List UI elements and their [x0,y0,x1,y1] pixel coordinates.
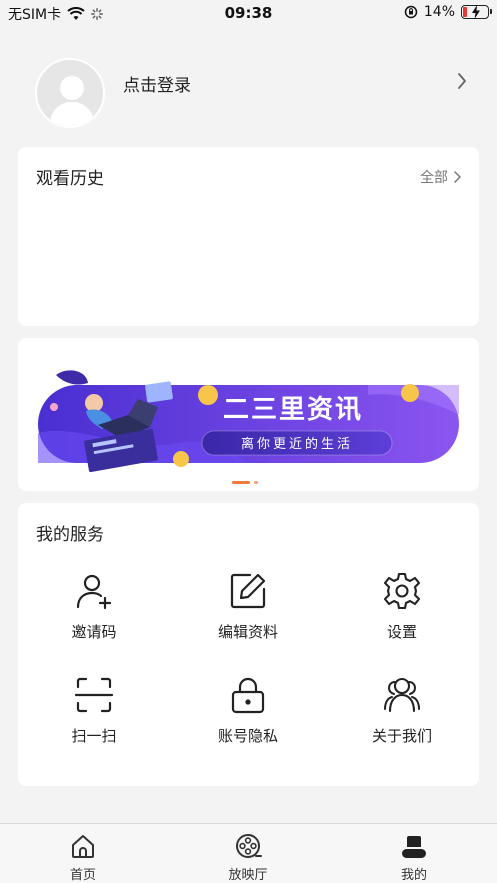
gear-icon [383,572,421,610]
tab-home[interactable]: 首页 [43,832,123,883]
service-edit-profile[interactable]: 编辑资料 [188,571,308,642]
tab-label: 放映厅 [228,868,268,883]
chevron-right-icon[interactable] [457,72,467,90]
status-right: 14% [404,4,492,20]
service-invite-code[interactable]: 邀请码 [34,571,154,642]
tab-theater[interactable]: 放映厅 [208,832,288,883]
my-profile-screen: 无SIM卡 09:38 14% 点击登录 观看历史 全部 二三里资讯 离你更近的… [0,0,497,883]
home-icon [72,835,94,858]
battery-percent: 14% [423,4,455,20]
users-icon [384,677,420,713]
banner-card: 二三里资讯 离你更近的生活 [18,338,479,491]
service-label: 扫一扫 [71,727,117,745]
login-label[interactable]: 点击登录 [123,71,191,96]
service-label: 关于我们 [371,727,432,745]
service-about-us[interactable]: 关于我们 [342,675,462,746]
orientation-lock-icon [404,5,418,19]
tab-label: 首页 [69,868,96,883]
all-label[interactable]: 全部 [420,167,448,187]
service-label: 邀请码 [71,623,117,641]
banner-page-indicator [232,481,258,484]
my-services-card: 我的服务 邀请码 编辑资料 设置 扫一扫 账号隐私 关于我们 [18,503,479,786]
user-icon [402,836,426,858]
battery-icon [461,5,492,19]
bottom-tab-bar: 首页 放映厅 我的 [0,823,497,883]
services-title: 我的服务 [36,525,104,545]
login-row[interactable]: 点击登录 [0,58,497,130]
tab-mine[interactable]: 我的 [374,832,454,883]
service-scan[interactable]: 扫一扫 [34,675,154,746]
chevron-right-icon [454,171,461,183]
film-reel-icon [236,834,262,858]
edit-icon [230,573,266,609]
history-all-link[interactable]: 全部 [420,167,461,187]
active-page-dot [232,481,250,484]
service-account-privacy[interactable]: 账号隐私 [188,675,308,746]
add-user-icon [76,574,112,610]
tab-label: 我的 [400,868,427,883]
default-avatar-icon[interactable] [35,58,105,128]
service-label: 设置 [386,623,417,641]
service-label: 账号隐私 [217,727,278,745]
status-bar: 无SIM卡 09:38 14% [0,0,497,26]
watch-history-card: 观看历史 全部 [18,147,479,326]
history-title: 观看历史 [36,169,104,189]
banner-subtitle: 离你更近的生活 [241,436,353,452]
service-label: 编辑资料 [217,623,278,641]
scan-icon [74,677,114,713]
banner-title: 二三里资讯 [223,395,363,425]
page-dot [254,481,258,484]
lock-icon [231,677,265,714]
promo-banner[interactable]: 二三里资讯 离你更近的生活 [38,355,459,475]
service-settings[interactable]: 设置 [342,571,462,642]
